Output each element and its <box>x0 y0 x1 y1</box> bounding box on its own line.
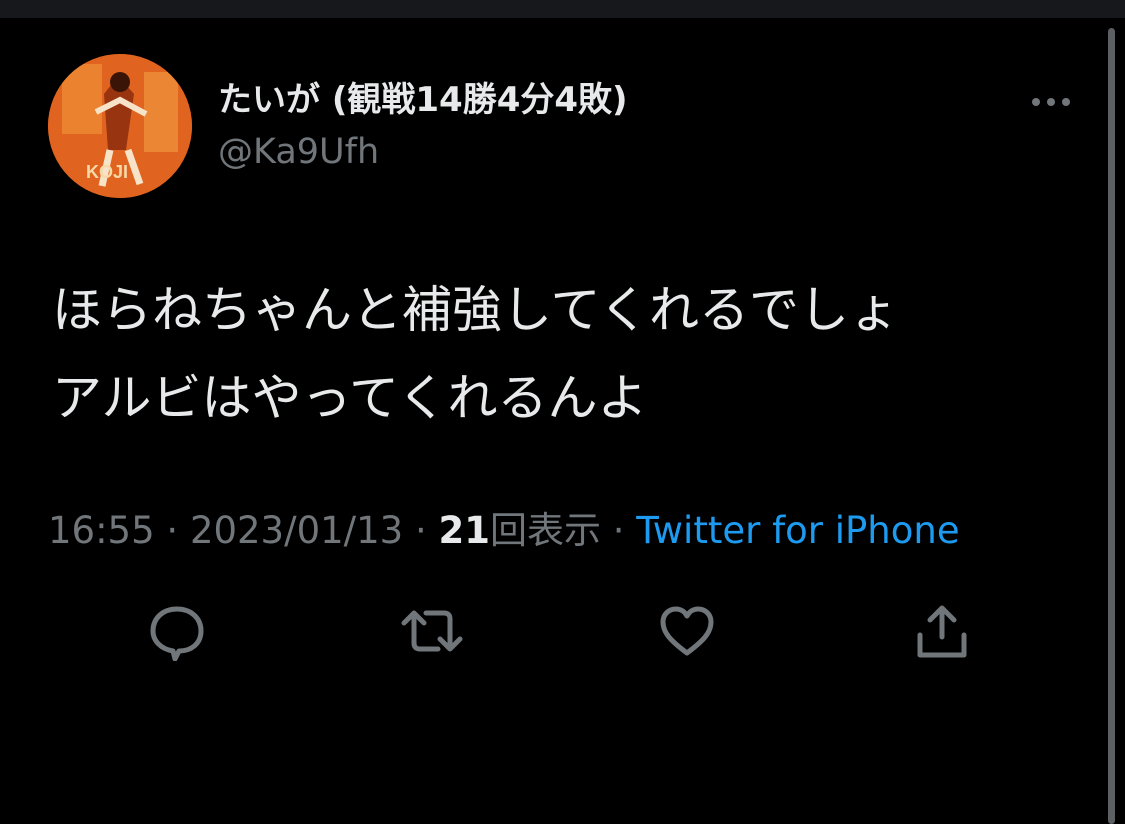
like-button[interactable] <box>652 596 722 666</box>
meta-separator: · <box>601 509 637 552</box>
retweet-icon <box>401 610 463 652</box>
tweet-time[interactable]: 16:55 <box>48 509 155 552</box>
avatar-text: KOJI <box>86 162 128 182</box>
tweet-text-line: ほらねちゃんと補強してくれるでしょ <box>52 281 899 339</box>
tweet-date[interactable]: 2023/01/13 <box>190 509 403 552</box>
tweet-text: ほらねちゃんと補強してくれるでしょ アルビはやってくれるんよ <box>52 266 1092 442</box>
tweet-text-line: アルビはやってくれるんよ <box>52 369 648 427</box>
tweet-meta: 16:55 · 2023/01/13 · 21回表示 · Twitter for… <box>48 508 960 554</box>
meta-separator: · <box>154 509 190 552</box>
tweet-actions <box>0 596 1125 666</box>
share-icon <box>917 605 967 658</box>
source-link[interactable]: Twitter for iPhone <box>636 509 959 552</box>
avatar[interactable]: KOJI <box>48 54 192 198</box>
heart-icon <box>660 606 714 656</box>
display-name[interactable]: たいが (観戦14勝4分4敗) <box>218 78 628 122</box>
views-label[interactable]: 回表示 <box>490 509 601 552</box>
scrollbar[interactable] <box>1108 28 1115 824</box>
avatar-image: KOJI <box>48 54 192 198</box>
user-handle[interactable]: @Ka9Ufh <box>218 130 379 174</box>
share-button[interactable] <box>907 596 977 666</box>
reply-icon <box>150 606 204 661</box>
reply-button[interactable] <box>142 596 212 666</box>
retweet-button[interactable] <box>397 596 467 666</box>
meta-separator: · <box>403 509 439 552</box>
views-count[interactable]: 21 <box>439 509 491 552</box>
more-horizontal-icon[interactable] <box>1028 90 1074 114</box>
top-bar <box>0 0 1125 18</box>
